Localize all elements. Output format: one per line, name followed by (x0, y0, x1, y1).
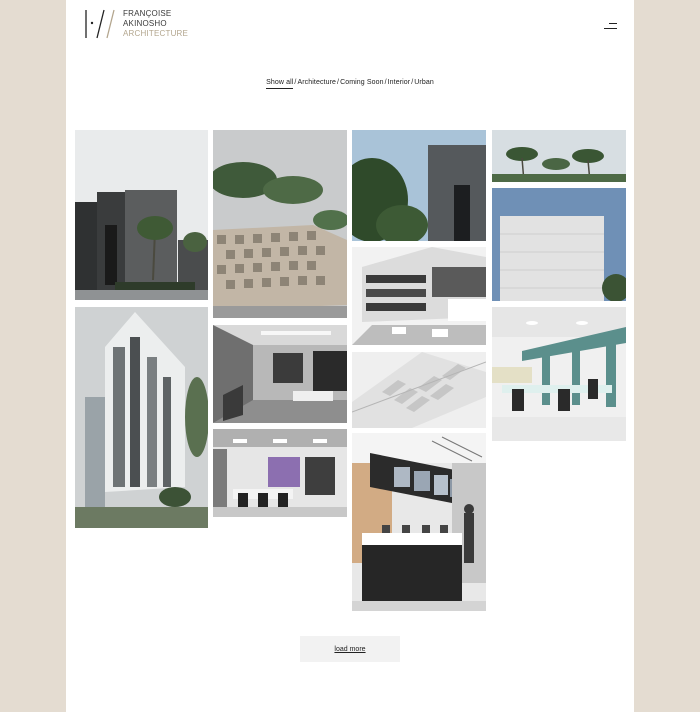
brand-logo[interactable]: FRANÇOISE AKINOSHO ARCHITECTURE (84, 9, 194, 41)
project-tile-reception-desk[interactable] (352, 433, 486, 611)
filter-urban[interactable]: Urban (414, 79, 434, 88)
project-image (75, 130, 208, 300)
project-image (492, 307, 626, 441)
logo-mark-icon (85, 9, 115, 39)
project-image (352, 352, 486, 428)
project-image (352, 247, 486, 345)
category-filter-bar: Show all/Architecture/Coming Soon/Interi… (0, 79, 700, 89)
project-tile-teal-office[interactable] (492, 307, 626, 441)
load-more-label: load more (334, 645, 366, 653)
brand-name: FRANÇOISE AKINOSHO ARCHITECTURE (123, 9, 188, 39)
project-tile-terraced-apartments[interactable] (352, 247, 486, 345)
brand-name-line3: ARCHITECTURE (123, 29, 189, 38)
project-image (75, 307, 208, 528)
project-tile-dark-villa[interactable] (75, 130, 208, 300)
hamburger-menu-icon[interactable] (603, 22, 617, 31)
filter-separator: / (294, 79, 297, 86)
project-tile-site-model[interactable] (352, 352, 486, 428)
project-tile-palm-sky[interactable] (492, 130, 626, 182)
brand-name-line1: FRANÇOISE (123, 9, 172, 18)
filter-separator: / (384, 79, 387, 86)
filter-separator: / (337, 79, 340, 86)
filter-show-all[interactable]: Show all (266, 79, 294, 89)
project-tile-residential-tower[interactable] (75, 307, 208, 528)
project-tile-purple-office[interactable] (213, 429, 347, 517)
project-image (213, 429, 347, 517)
project-image (492, 188, 626, 301)
project-tile-brick-screen[interactable] (213, 130, 347, 318)
project-image (352, 433, 486, 611)
project-tile-dark-facade[interactable] (352, 130, 486, 241)
project-image (492, 130, 626, 182)
filter-architecture[interactable]: Architecture (297, 79, 336, 88)
project-image (213, 325, 347, 423)
brand-name-line2: AKINOSHO (123, 19, 167, 28)
filter-coming-soon[interactable]: Coming Soon (340, 79, 384, 88)
project-image (213, 130, 347, 318)
project-tile-white-facade[interactable] (492, 188, 626, 301)
load-more-button[interactable]: load more (300, 636, 400, 662)
project-image (352, 130, 486, 241)
filter-interior[interactable]: Interior (388, 79, 411, 88)
project-tile-grey-interior[interactable] (213, 325, 347, 423)
filter-separator: / (411, 79, 414, 86)
